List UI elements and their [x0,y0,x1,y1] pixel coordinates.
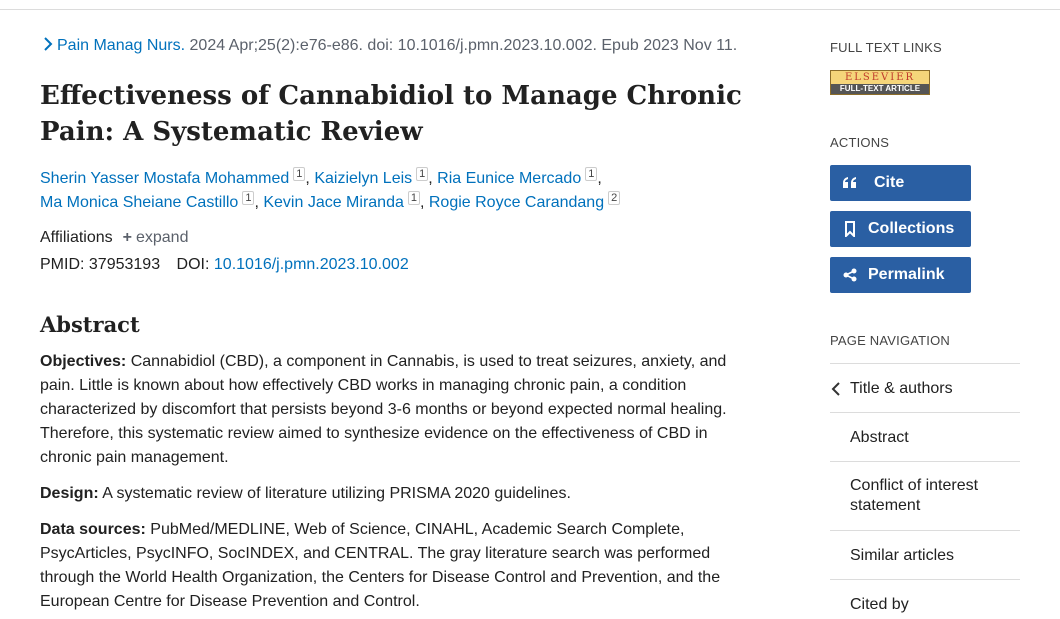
affiliation-number[interactable]: 1 [293,166,306,181]
author-list: Sherin Yasser Mostafa Mohammed 1, Kaiziel… [40,166,760,215]
citation-details: 2024 Apr;25(2):e76-e86. doi: 10.1016/j.p… [189,37,738,54]
full-text-links-label: FULL TEXT LINKS [830,40,942,55]
affiliation-number[interactable]: 1 [585,166,598,181]
nav-item-title-authors[interactable]: Title & authors [830,363,1020,412]
nav-item-label: Title & authors [850,380,953,397]
abstract-design: Design: A systematic review of literatur… [40,482,760,506]
design-text: A systematic review of literature utiliz… [102,485,571,502]
chevron-right-icon[interactable] [40,36,56,52]
author-link[interactable]: Sherin Yasser Mostafa Mohammed [40,170,289,187]
permalink-button[interactable]: Permalink [830,257,971,293]
elsevier-full-text-link[interactable]: ELSEVIER FULL-TEXT ARTICLE [830,70,930,95]
article-title: Effectiveness of Cannabidiol to Manage C… [40,81,742,147]
identifiers: PMID: 37953193 DOI: 10.1016/j.pmn.2023.1… [40,256,409,274]
plus-icon: + [122,229,132,246]
affiliations-toggle[interactable]: Affiliations + expand [40,229,188,247]
author-link[interactable]: Rogie Royce Carandang [429,194,604,211]
objectives-text: Cannabidiol (CBD), a component in Cannab… [40,353,727,466]
affiliation-number[interactable]: 2 [608,190,621,205]
full-text-article-text: FULL-TEXT ARTICLE [831,84,929,94]
pmid-value: 37953193 [88,256,161,273]
top-divider [0,9,1060,10]
nav-item-label: Conflict of interest statement [850,477,979,514]
nav-item-label: Cited by [850,596,909,613]
expand-label[interactable]: expand [136,229,189,246]
actions-label: ACTIONS [830,135,890,150]
permalink-label: Permalink [868,266,945,283]
nav-item-abstract[interactable]: Abstract [830,412,1020,461]
cite-label: Cite [874,174,905,191]
nav-item-cited-by[interactable]: Cited by [830,579,1020,619]
elsevier-logo-text: ELSEVIER [831,71,929,84]
abstract-objectives: Objectives: Cannabidiol (CBD), a compone… [40,350,760,470]
nav-item-conflict-of-interest[interactable]: Conflict of interest statement [830,461,1020,530]
quote-icon [840,176,860,190]
collections-button[interactable]: Collections [830,211,971,247]
author-link[interactable]: Kevin Jace Miranda [263,194,404,211]
author-link[interactable]: Ria Eunice Mercado [437,170,581,187]
cite-button[interactable]: Cite [830,165,971,201]
page-navigation-label: PAGE NAVIGATION [830,333,951,348]
doi-link[interactable]: 10.1016/j.pmn.2023.10.002 [214,256,409,273]
author-link[interactable]: Kaizielyn Leis [314,170,412,187]
page-navigation-list: Title & authors Abstract Conflict of int… [830,363,1020,619]
journal-link[interactable]: Pain Manag Nurs. [57,37,185,54]
affiliation-number[interactable]: 1 [242,190,255,205]
citation-line: Pain Manag Nurs. 2024 Apr;25(2):e76-e86.… [40,36,737,55]
chevron-left-icon [831,382,840,396]
share-icon [840,268,860,282]
doi-label: DOI: [176,256,210,273]
sources-label: Data sources: [40,521,146,538]
nav-item-label: Abstract [850,429,909,446]
nav-item-similar-articles[interactable]: Similar articles [830,530,1020,579]
author-link[interactable]: Ma Monica Sheiane Castillo [40,194,238,211]
pmid-label: PMID: [40,256,85,273]
collections-label: Collections [868,220,955,237]
bookmark-icon [840,221,860,237]
affiliation-number[interactable]: 1 [416,166,429,181]
objectives-label: Objectives: [40,353,127,370]
affiliations-label: Affiliations [40,229,113,246]
affiliation-number[interactable]: 1 [407,190,420,205]
abstract-heading: Abstract [40,312,140,337]
design-label: Design: [40,485,99,502]
nav-item-label: Similar articles [850,547,955,564]
